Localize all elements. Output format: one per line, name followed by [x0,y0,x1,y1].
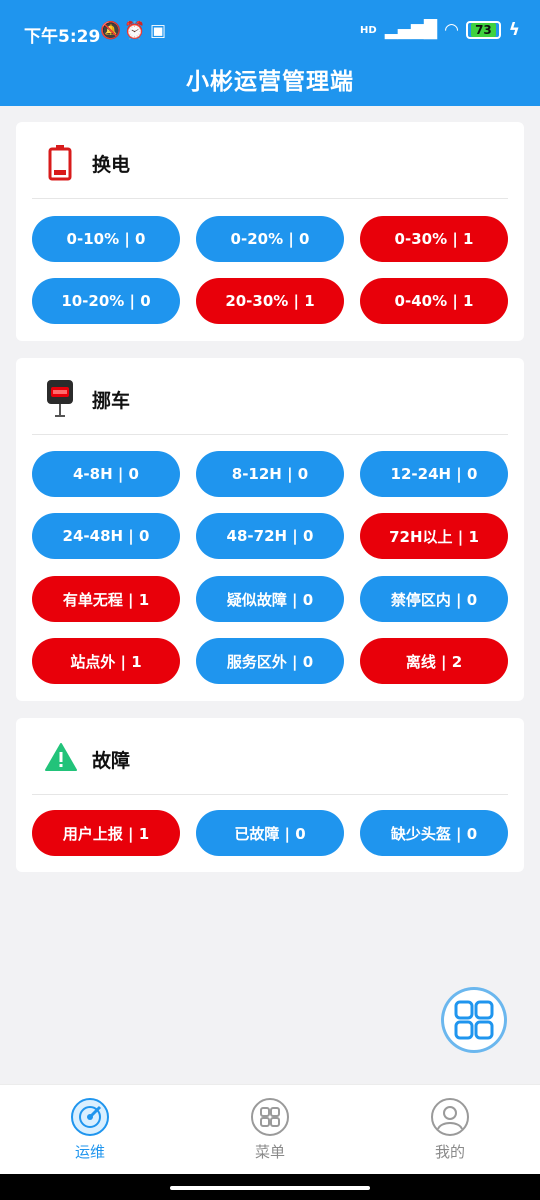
filter-button[interactable]: 0-30% | 1 [360,216,508,262]
status-bar: 下午5:29 🔕 ⏰ ▣ HD ▂▄▆█ ◠ 73 ϟ [0,0,540,60]
filter-button[interactable]: 48-72H | 0 [196,513,344,559]
nav-item-menu[interactable]: 菜单 [220,1097,320,1162]
battery-icon: 73 [466,21,501,39]
filter-button[interactable]: 0-20% | 0 [196,216,344,262]
charging-icon: ϟ [508,20,520,40]
wifi-icon: ◠ [445,20,459,40]
gesture-bar [0,1174,540,1200]
section-fault: 故障 用户上报 | 1 已故障 | 0 缺少头盔 | 0 [16,718,524,872]
filter-button[interactable]: 12-24H | 0 [360,451,508,497]
alarm-icon: ⏰ [124,21,146,41]
nav-label: 菜单 [254,1143,285,1161]
filter-button[interactable]: 72H以上 | 1 [360,513,508,559]
signal-icon: ▂▄▆█ [384,20,437,40]
filter-button[interactable]: 用户上报 | 1 [32,810,180,856]
bottom-nav: 运维 菜单 我的 [0,1084,540,1175]
section-move-vehicle: 挪车 4-8H | 0 8-12H | 0 12-24H | 0 24-48H … [16,358,524,701]
divider [32,434,508,435]
filter-button[interactable]: 0-40% | 1 [360,278,508,324]
network-badge: HD [360,24,377,36]
app-header: 下午5:29 🔕 ⏰ ▣ HD ▂▄▆█ ◠ 73 ϟ 小彬运营管理端 [0,0,540,106]
filter-button[interactable]: 缺少头盔 | 0 [360,810,508,856]
filter-button[interactable]: 10-20% | 0 [32,278,180,324]
section-battery-swap: 换电 0-10% | 0 0-20% | 0 0-30% | 1 10-20% … [16,122,524,341]
page-title: 小彬运营管理端 [186,69,354,95]
grid-menu-icon [251,1098,289,1136]
status-time: 下午5:29 [24,27,101,47]
mute-icon: 🔕 [100,21,122,41]
filter-button[interactable]: 离线 | 2 [360,638,508,684]
profile-icon [431,1098,469,1136]
nav-label: 我的 [434,1143,465,1161]
filter-button[interactable]: 疑似故障 | 0 [196,576,344,622]
filter-button[interactable]: 有单无程 | 1 [32,576,180,622]
section-title: 故障 [92,750,131,772]
section-title: 换电 [92,154,131,176]
ops-radar-icon [71,1098,109,1136]
filter-button[interactable]: 20-30% | 1 [196,278,344,324]
app-notification-icon: ▣ [150,21,167,41]
grid-icon [454,1000,494,1040]
nav-item-profile[interactable]: 我的 [400,1097,500,1162]
floating-menu-button[interactable] [441,987,507,1053]
section-title: 挪车 [92,390,131,412]
filter-button[interactable]: 禁停区内 | 0 [360,576,508,622]
nav-item-ops[interactable]: 运维 [40,1097,140,1162]
filter-button[interactable]: 24-48H | 0 [32,513,180,559]
filter-button[interactable]: 4-8H | 0 [32,451,180,497]
filter-button[interactable]: 已故障 | 0 [196,810,344,856]
home-indicator[interactable] [170,1186,370,1190]
warning-icon [45,743,77,771]
divider [32,198,508,199]
nav-label: 运维 [74,1143,105,1161]
filter-button[interactable]: 站点外 | 1 [32,638,180,684]
filter-button[interactable]: 0-10% | 0 [32,216,180,262]
parking-sign-icon [47,380,73,417]
filter-button[interactable]: 服务区外 | 0 [196,638,344,684]
battery-low-icon [48,145,72,181]
filter-button[interactable]: 8-12H | 0 [196,451,344,497]
divider [32,794,508,795]
